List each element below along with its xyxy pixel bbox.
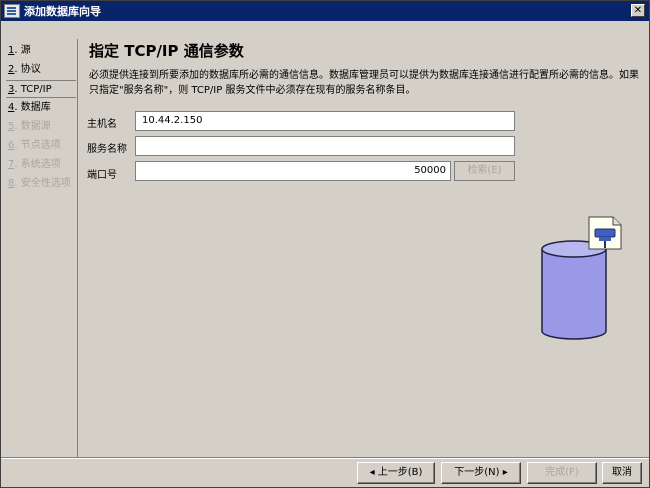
wizard-steps-sidebar: 1. 源 2. 协议 3. TCP/IP 4. 数据库 5. 数据源 6. 节点… <box>3 39 78 457</box>
sidebar-item-datasource: 5. 数据源 <box>8 121 51 132</box>
sidebar-item-tcpip[interactable]: 3. TCP/IP <box>6 80 76 98</box>
hostname-field[interactable]: 10.44.2.150 <box>135 111 515 131</box>
sidebar-item-source[interactable]: 1. 源 <box>6 42 76 60</box>
service-name-label: 服务名称 <box>87 144 127 155</box>
sidebar-item-database[interactable]: 4. 数据库 <box>6 99 76 117</box>
back-button[interactable]: ◂ 上一步(B) <box>357 462 435 484</box>
document-plug-icon <box>588 216 622 250</box>
app-window-icon <box>4 4 20 18</box>
port-label: 端口号 <box>87 170 117 181</box>
hostname-label: 主机名 <box>87 119 117 130</box>
database-icon <box>541 216 622 340</box>
port-field[interactable]: 50000 <box>135 161 451 181</box>
search-button: 检索(E) <box>454 161 515 181</box>
sidebar-item-security-options: 8. 安全性选项 <box>8 178 71 189</box>
next-button[interactable]: 下一步(N) ▸ <box>441 462 521 484</box>
finish-button: 完成(F) <box>527 462 597 484</box>
sidebar-item-protocol[interactable]: 2. 协议 <box>6 61 76 79</box>
page-description: 必须提供连接到所要添加的数据库所必需的通信信息。数据库管理员可以提供为数据库连接… <box>89 70 639 96</box>
sidebar-item-system-options: 7. 系统选项 <box>8 159 61 170</box>
cancel-button[interactable]: 取消 <box>602 462 642 484</box>
close-button[interactable]: ✕ <box>631 4 645 17</box>
footer-divider <box>1 457 649 459</box>
sidebar-item-node-options: 6. 节点选项 <box>8 140 61 151</box>
service-name-field[interactable] <box>135 136 515 156</box>
title-bar[interactable]: 添加数据库向导 ✕ <box>1 1 649 21</box>
wizard-window: 添加数据库向导 ✕ 1. 源 2. 协议 3. TCP/IP 4. 数据库 5.… <box>0 0 650 488</box>
page-title: 指定 TCP/IP 通信参数 <box>89 42 244 60</box>
window-title: 添加数据库向导 <box>24 5 101 18</box>
